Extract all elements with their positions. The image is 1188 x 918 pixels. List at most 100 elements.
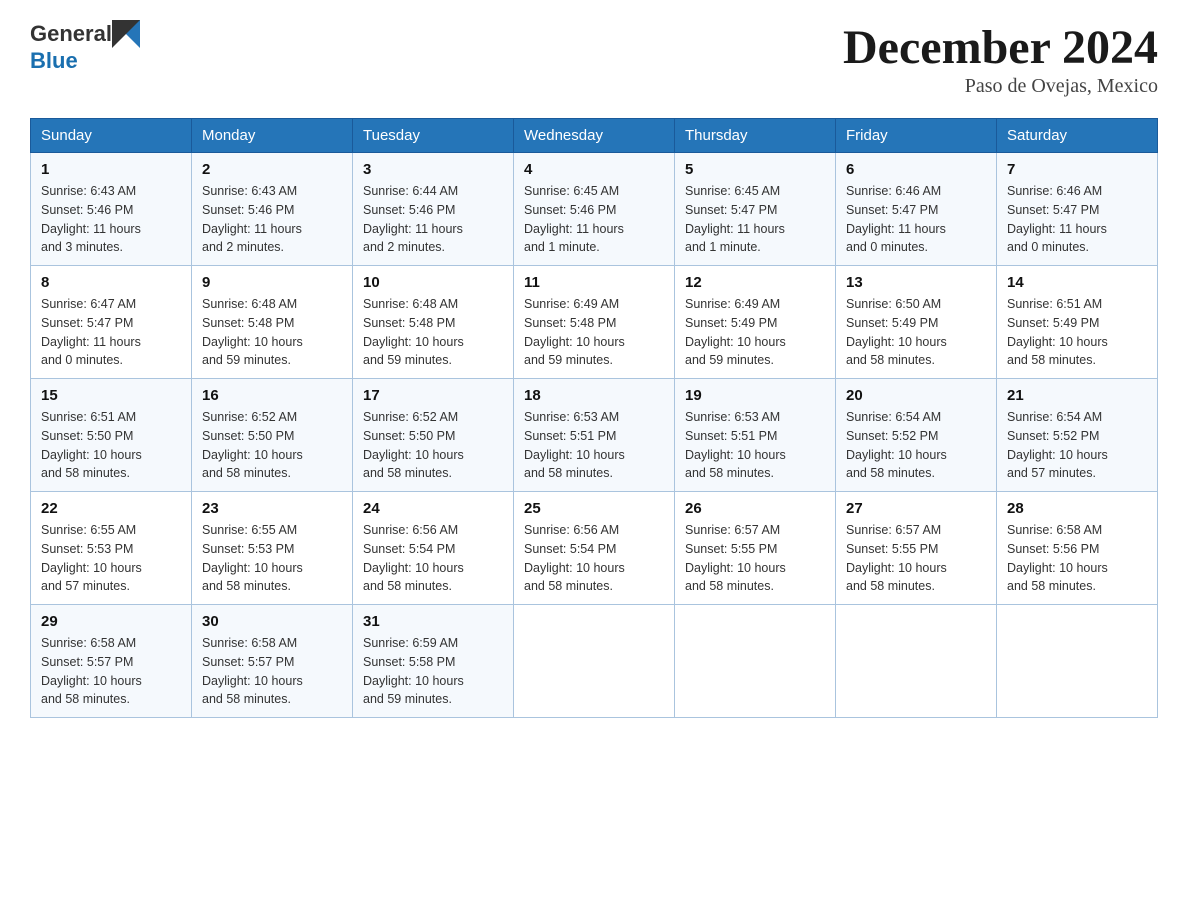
day-number: 26 [685, 500, 825, 517]
day-info: Sunrise: 6:47 AMSunset: 5:47 PMDaylight:… [41, 295, 181, 370]
calendar-cell: 20 Sunrise: 6:54 AMSunset: 5:52 PMDayligh… [836, 379, 997, 492]
title-block: December 2024 Paso de Ovejas, Mexico [843, 20, 1158, 98]
day-info: Sunrise: 6:44 AMSunset: 5:46 PMDaylight:… [363, 182, 503, 257]
day-number: 12 [685, 274, 825, 291]
day-number: 3 [363, 161, 503, 178]
day-info: Sunrise: 6:51 AMSunset: 5:49 PMDaylight:… [1007, 295, 1147, 370]
location-text: Paso de Ovejas, Mexico [843, 75, 1158, 98]
calendar-cell: 30Sunrise: 6:58 AMSunset: 5:57 PMDayligh… [192, 605, 353, 718]
calendar-cell: 13 Sunrise: 6:50 AMSunset: 5:49 PMDayligh… [836, 266, 997, 379]
day-info: Sunrise: 6:43 AMSunset: 5:46 PMDaylight:… [41, 182, 181, 257]
calendar-header-row: SundayMondayTuesdayWednesdayThursdayFrid… [31, 119, 1158, 153]
logo-triangle-icon [112, 20, 140, 48]
day-of-week-header: Friday [836, 119, 997, 153]
day-info: Sunrise: 6:54 AMSunset: 5:52 PMDaylight:… [846, 408, 986, 483]
day-info: Sunrise: 6:45 AMSunset: 5:47 PMDaylight:… [685, 182, 825, 257]
day-number: 31 [363, 613, 503, 630]
day-number: 24 [363, 500, 503, 517]
calendar-cell [514, 605, 675, 718]
day-info: Sunrise: 6:56 AMSunset: 5:54 PMDaylight:… [524, 521, 664, 596]
day-number: 1 [41, 161, 181, 178]
calendar-week-row: 22 Sunrise: 6:55 AMSunset: 5:53 PMDayligh… [31, 492, 1158, 605]
calendar-cell: 24 Sunrise: 6:56 AMSunset: 5:54 PMDayligh… [353, 492, 514, 605]
day-info: Sunrise: 6:50 AMSunset: 5:49 PMDaylight:… [846, 295, 986, 370]
calendar-cell: 16 Sunrise: 6:52 AMSunset: 5:50 PMDayligh… [192, 379, 353, 492]
calendar-cell: 27 Sunrise: 6:57 AMSunset: 5:55 PMDayligh… [836, 492, 997, 605]
day-number: 4 [524, 161, 664, 178]
day-number: 19 [685, 387, 825, 404]
calendar-cell: 18Sunrise: 6:53 AMSunset: 5:51 PMDayligh… [514, 379, 675, 492]
calendar-cell: 22 Sunrise: 6:55 AMSunset: 5:53 PMDayligh… [31, 492, 192, 605]
day-of-week-header: Saturday [997, 119, 1158, 153]
day-info: Sunrise: 6:51 AMSunset: 5:50 PMDaylight:… [41, 408, 181, 483]
calendar-cell: 12 Sunrise: 6:49 AMSunset: 5:49 PMDayligh… [675, 266, 836, 379]
day-number: 7 [1007, 161, 1147, 178]
day-of-week-header: Wednesday [514, 119, 675, 153]
calendar-week-row: 15 Sunrise: 6:51 AMSunset: 5:50 PMDayligh… [31, 379, 1158, 492]
day-number: 20 [846, 387, 986, 404]
calendar-cell: 4 Sunrise: 6:45 AMSunset: 5:46 PMDaylight… [514, 153, 675, 266]
calendar-cell: 31 Sunrise: 6:59 AMSunset: 5:58 PMDayligh… [353, 605, 514, 718]
day-of-week-header: Sunday [31, 119, 192, 153]
day-number: 10 [363, 274, 503, 291]
day-number: 29 [41, 613, 181, 630]
day-info: Sunrise: 6:55 AMSunset: 5:53 PMDaylight:… [41, 521, 181, 596]
calendar-cell: 19Sunrise: 6:53 AMSunset: 5:51 PMDayligh… [675, 379, 836, 492]
calendar-cell: 9 Sunrise: 6:48 AMSunset: 5:48 PMDaylight… [192, 266, 353, 379]
day-info: Sunrise: 6:45 AMSunset: 5:46 PMDaylight:… [524, 182, 664, 257]
day-info: Sunrise: 6:49 AMSunset: 5:49 PMDaylight:… [685, 295, 825, 370]
calendar-cell: 10 Sunrise: 6:48 AMSunset: 5:48 PMDayligh… [353, 266, 514, 379]
day-info: Sunrise: 6:55 AMSunset: 5:53 PMDaylight:… [202, 521, 342, 596]
day-info: Sunrise: 6:59 AMSunset: 5:58 PMDaylight:… [363, 634, 503, 709]
day-number: 27 [846, 500, 986, 517]
calendar-cell: 15 Sunrise: 6:51 AMSunset: 5:50 PMDayligh… [31, 379, 192, 492]
day-number: 28 [1007, 500, 1147, 517]
calendar-cell: 23 Sunrise: 6:55 AMSunset: 5:53 PMDayligh… [192, 492, 353, 605]
day-of-week-header: Monday [192, 119, 353, 153]
day-number: 9 [202, 274, 342, 291]
day-info: Sunrise: 6:48 AMSunset: 5:48 PMDaylight:… [202, 295, 342, 370]
calendar-cell: 2Sunrise: 6:43 AMSunset: 5:46 PMDaylight… [192, 153, 353, 266]
day-info: Sunrise: 6:58 AMSunset: 5:56 PMDaylight:… [1007, 521, 1147, 596]
day-of-week-header: Tuesday [353, 119, 514, 153]
day-info: Sunrise: 6:53 AMSunset: 5:51 PMDaylight:… [524, 408, 664, 483]
day-info: Sunrise: 6:48 AMSunset: 5:48 PMDaylight:… [363, 295, 503, 370]
day-number: 30 [202, 613, 342, 630]
logo: General Blue [30, 20, 140, 74]
logo-blue-text: Blue [30, 48, 140, 74]
calendar-week-row: 29 Sunrise: 6:58 AMSunset: 5:57 PMDayligh… [31, 605, 1158, 718]
day-number: 22 [41, 500, 181, 517]
day-info: Sunrise: 6:58 AMSunset: 5:57 PMDaylight:… [41, 634, 181, 709]
calendar-cell: 1 Sunrise: 6:43 AMSunset: 5:46 PMDaylight… [31, 153, 192, 266]
month-title: December 2024 [843, 20, 1158, 75]
day-number: 2 [202, 161, 342, 178]
day-number: 14 [1007, 274, 1147, 291]
day-number: 15 [41, 387, 181, 404]
day-number: 16 [202, 387, 342, 404]
calendar-cell: 14 Sunrise: 6:51 AMSunset: 5:49 PMDayligh… [997, 266, 1158, 379]
calendar-cell: 25 Sunrise: 6:56 AMSunset: 5:54 PMDayligh… [514, 492, 675, 605]
day-info: Sunrise: 6:54 AMSunset: 5:52 PMDaylight:… [1007, 408, 1147, 483]
calendar-cell: 21 Sunrise: 6:54 AMSunset: 5:52 PMDayligh… [997, 379, 1158, 492]
page-header: General Blue December 2024 Paso de Oveja… [30, 20, 1158, 98]
day-number: 21 [1007, 387, 1147, 404]
day-info: Sunrise: 6:57 AMSunset: 5:55 PMDaylight:… [846, 521, 986, 596]
day-info: Sunrise: 6:46 AMSunset: 5:47 PMDaylight:… [1007, 182, 1147, 257]
calendar-cell [675, 605, 836, 718]
day-info: Sunrise: 6:56 AMSunset: 5:54 PMDaylight:… [363, 521, 503, 596]
calendar-cell [836, 605, 997, 718]
day-number: 17 [363, 387, 503, 404]
day-number: 13 [846, 274, 986, 291]
day-number: 6 [846, 161, 986, 178]
logo-general-text: General [30, 21, 112, 47]
calendar-table: SundayMondayTuesdayWednesdayThursdayFrid… [30, 118, 1158, 718]
day-number: 8 [41, 274, 181, 291]
day-number: 23 [202, 500, 342, 517]
day-number: 25 [524, 500, 664, 517]
calendar-cell: 6 Sunrise: 6:46 AMSunset: 5:47 PMDaylight… [836, 153, 997, 266]
calendar-cell: 8 Sunrise: 6:47 AMSunset: 5:47 PMDaylight… [31, 266, 192, 379]
day-info: Sunrise: 6:52 AMSunset: 5:50 PMDaylight:… [202, 408, 342, 483]
calendar-cell: 11Sunrise: 6:49 AMSunset: 5:48 PMDayligh… [514, 266, 675, 379]
day-info: Sunrise: 6:46 AMSunset: 5:47 PMDaylight:… [846, 182, 986, 257]
calendar-cell: 17Sunrise: 6:52 AMSunset: 5:50 PMDayligh… [353, 379, 514, 492]
